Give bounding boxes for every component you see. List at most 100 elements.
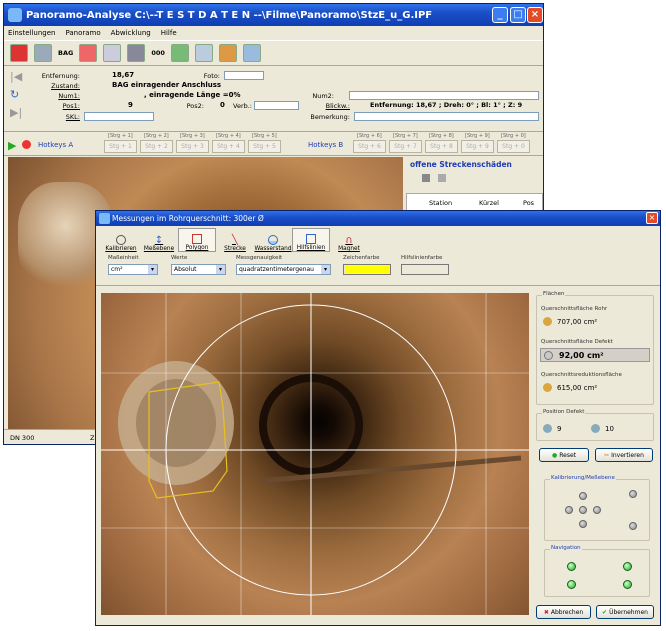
main-window-title: Panoramo-Analyse C:\--T E S T D A T E N … bbox=[26, 9, 433, 21]
download-icon[interactable] bbox=[242, 44, 261, 62]
arrows-icon[interactable] bbox=[79, 44, 98, 62]
tool-wasserstand[interactable]: Wasserstand bbox=[254, 228, 292, 252]
calibrate-left-button[interactable] bbox=[565, 506, 573, 514]
masseinheit-select[interactable]: cm² ▾ bbox=[108, 264, 158, 275]
reset-button[interactable]: ● Reset bbox=[539, 448, 589, 462]
pos1-value[interactable]: 9 bbox=[128, 101, 133, 109]
invert-button[interactable]: ✂ Invertieren bbox=[595, 448, 653, 462]
hotkey-caption: [Strg + 8] bbox=[429, 133, 454, 139]
tool-magnet[interactable]: ∩ Magnet bbox=[330, 228, 368, 252]
hotkey-b3-button[interactable]: Stg + 8 bbox=[425, 140, 458, 153]
hotkeys-b-label: Hotkeys B bbox=[308, 141, 344, 149]
num1-value[interactable]: , einragende Länge =0% bbox=[144, 91, 240, 99]
dialog-title-bar[interactable]: Messungen im Rohrquerschnitt: 300er Ø × bbox=[96, 211, 660, 226]
clock-icon bbox=[591, 424, 600, 433]
nav-down-left-button[interactable] bbox=[567, 580, 576, 589]
hotkey-caption: [Strg + 2] bbox=[144, 133, 169, 139]
pos2-label: Pos2: bbox=[186, 102, 204, 110]
rohr-value: 707,00 cm² bbox=[557, 318, 598, 326]
filter-icon[interactable] bbox=[422, 174, 430, 182]
nav-up-left-button[interactable] bbox=[567, 562, 576, 571]
bag-icon[interactable] bbox=[34, 44, 52, 62]
book-icon[interactable] bbox=[10, 44, 28, 62]
hotkey-a2-button[interactable]: Stg + 2 bbox=[140, 140, 173, 153]
hotkey-caption: [Strg + 9] bbox=[465, 133, 490, 139]
hotkey-a3-button[interactable]: Stg + 3 bbox=[176, 140, 209, 153]
record-icon[interactable] bbox=[22, 140, 31, 149]
foto-field[interactable] bbox=[224, 71, 264, 80]
tool-kalibrieren[interactable]: Kalibrieren bbox=[102, 228, 140, 252]
hotkey-a5-button[interactable]: Stg + 5 bbox=[248, 140, 281, 153]
num2-field[interactable] bbox=[349, 91, 539, 100]
skl-field[interactable] bbox=[84, 112, 154, 121]
calibrate-down-button[interactable] bbox=[579, 520, 587, 528]
masseinheit-label: Maßeinheit bbox=[108, 255, 139, 261]
tool-polygon[interactable]: Polygon bbox=[178, 228, 216, 252]
camera-icon[interactable] bbox=[127, 44, 146, 62]
hotkey-caption: [Strg + 5] bbox=[252, 133, 277, 139]
calibrate-right-button[interactable] bbox=[593, 506, 601, 514]
hotkey-a4-button[interactable]: Stg + 4 bbox=[212, 140, 245, 153]
menu-abwicklung[interactable]: Abwicklung bbox=[111, 29, 151, 37]
tools-icon[interactable] bbox=[218, 44, 237, 62]
nav-down-right-button[interactable] bbox=[623, 580, 632, 589]
position-group: Position Defekt 9 10 bbox=[536, 409, 654, 441]
measurement-video-view[interactable] bbox=[101, 293, 529, 615]
nav-last-icon[interactable]: ▶| bbox=[10, 106, 22, 119]
bemerkung-field[interactable] bbox=[354, 112, 539, 121]
column-station[interactable]: Station bbox=[429, 199, 452, 207]
calibrate-up-button[interactable] bbox=[579, 492, 587, 500]
document-icon[interactable] bbox=[103, 44, 122, 62]
main-title-bar[interactable]: Panoramo-Analyse C:\--T E S T D A T E N … bbox=[4, 4, 543, 26]
calibrate-center-button[interactable] bbox=[579, 506, 587, 514]
zeichenfarbe-swatch[interactable] bbox=[343, 264, 391, 275]
list-icon[interactable] bbox=[438, 174, 446, 182]
defekt-label: Querschnittsfläche Defekt bbox=[541, 339, 613, 345]
hotkey-b4-button[interactable]: Stg + 9 bbox=[461, 140, 494, 153]
main-toolbar: BAG 000 bbox=[4, 40, 543, 66]
check-icon: ✔ bbox=[602, 608, 608, 616]
entfernung-value[interactable]: 18,67 bbox=[112, 71, 134, 79]
menu-hilfe[interactable]: Hilfe bbox=[161, 29, 177, 37]
nav-up-right-button[interactable] bbox=[623, 562, 632, 571]
hilfslinienfarbe-swatch[interactable] bbox=[401, 264, 449, 275]
hotkey-b5-button[interactable]: Stg + 0 bbox=[497, 140, 530, 153]
cancel-button[interactable]: ✖ Abbrechen bbox=[536, 605, 591, 619]
maximize-button[interactable]: □ bbox=[510, 7, 526, 23]
level-down-button[interactable] bbox=[629, 522, 637, 530]
clock-icon bbox=[543, 424, 552, 433]
column-kuerzel[interactable]: Kürzel bbox=[479, 199, 499, 207]
counter-label: 000 bbox=[151, 49, 165, 57]
verb-field[interactable] bbox=[254, 101, 299, 110]
check-icon[interactable] bbox=[170, 44, 189, 62]
num2-label: Num2: bbox=[312, 92, 334, 100]
apply-button[interactable]: ✔ Übernehmen bbox=[596, 605, 654, 619]
hotkey-a1-button[interactable]: Stg + 1 bbox=[104, 140, 137, 153]
kalibrierung-title: Kalibrierung/Meßebene bbox=[550, 475, 616, 481]
tool-hilfslinien[interactable]: Hilfslinien bbox=[292, 228, 330, 252]
hotkey-b2-button[interactable]: Stg + 7 bbox=[389, 140, 422, 153]
play-icon[interactable]: ▶ bbox=[8, 139, 16, 152]
werte-select[interactable]: Absolut ▾ bbox=[171, 264, 226, 275]
column-pos[interactable]: Pos bbox=[523, 199, 534, 207]
window-icon[interactable] bbox=[194, 44, 213, 62]
damage-table-header: Station Kürzel Pos bbox=[406, 193, 543, 211]
zustand-label: Zustand: bbox=[51, 82, 80, 90]
nav-play-icon[interactable]: ↻ bbox=[10, 88, 19, 101]
tool-messebene[interactable]: ↕ Meßebene bbox=[140, 228, 178, 252]
close-button[interactable]: × bbox=[527, 7, 543, 23]
hotkey-caption: [Strg + 4] bbox=[216, 133, 241, 139]
zustand-value[interactable]: BAG einragender Anschluss bbox=[112, 81, 221, 89]
hotkey-b1-button[interactable]: Stg + 6 bbox=[353, 140, 386, 153]
menu-einstellungen[interactable]: Einstellungen bbox=[8, 29, 55, 37]
nav-first-icon[interactable]: |◀ bbox=[10, 70, 22, 83]
measurement-dialog: Messungen im Rohrquerschnitt: 300er Ø × … bbox=[95, 210, 661, 626]
messgenauigkeit-select[interactable]: quadratzentimetergenau ▾ bbox=[236, 264, 331, 275]
position-title: Position Defekt bbox=[542, 409, 586, 415]
chevron-down-icon: ▾ bbox=[148, 265, 157, 274]
menu-panoramo[interactable]: Panoramo bbox=[65, 29, 100, 37]
tool-strecke[interactable]: ╲ Strecke bbox=[216, 228, 254, 252]
level-up-button[interactable] bbox=[629, 490, 637, 498]
dialog-close-button[interactable]: × bbox=[646, 212, 658, 224]
minimize-button[interactable]: _ bbox=[492, 7, 508, 23]
